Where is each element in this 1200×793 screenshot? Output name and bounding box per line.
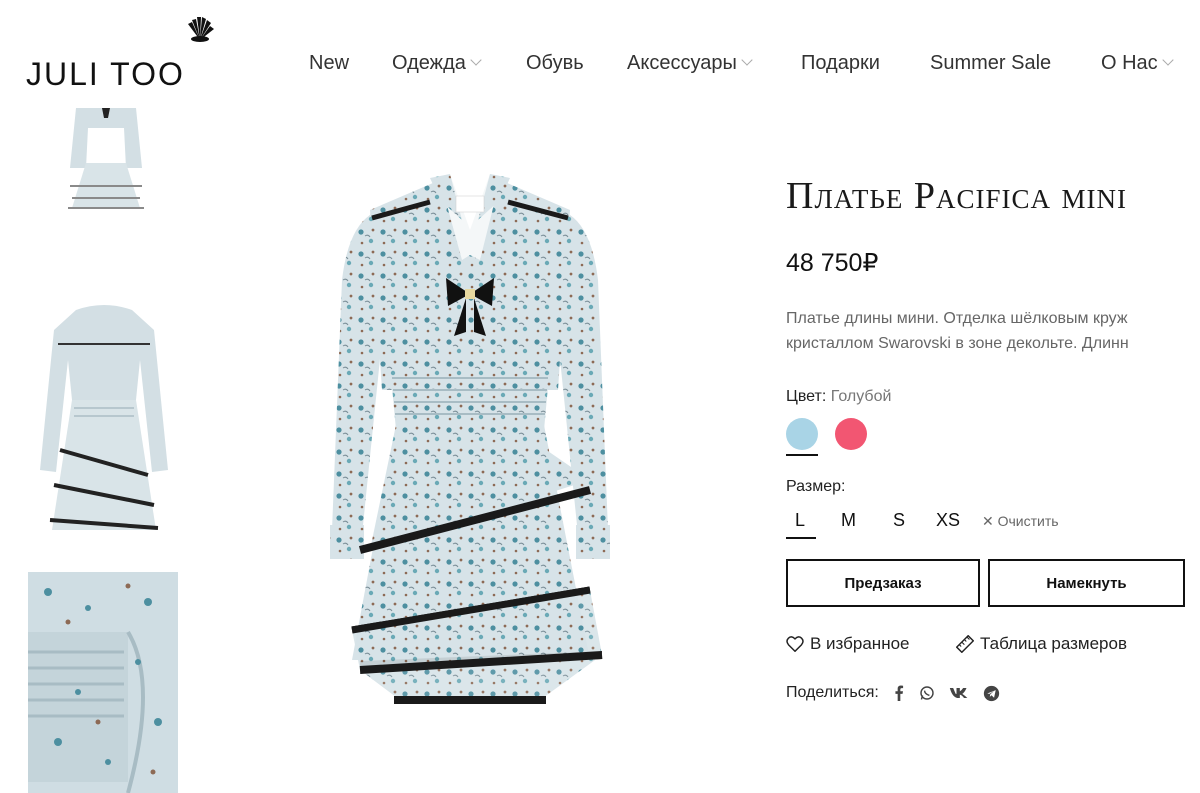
size-option-s[interactable]: S [893, 510, 905, 531]
clear-selection-button[interactable]: ✕ Очистить [982, 513, 1059, 530]
chevron-down-icon [1162, 54, 1174, 66]
nav-item-gifts[interactable]: Подарки [801, 52, 880, 75]
dress-image [330, 174, 610, 704]
facebook-icon[interactable] [893, 685, 905, 701]
size-label: Размер: [786, 478, 846, 495]
thumbnail-front-cropped[interactable] [56, 108, 156, 223]
selected-color-value: Голубой [830, 388, 892, 405]
hint-button[interactable]: Намекнуть [988, 559, 1185, 607]
size-option-m[interactable]: M [841, 510, 856, 531]
site-header: JULI TOO New Одежда Обувь Аксессуары Под… [0, 0, 1200, 108]
telegram-icon[interactable] [983, 685, 1000, 702]
chevron-down-icon [741, 54, 753, 66]
size-option-l[interactable]: L [795, 510, 805, 531]
nav-item-clothing[interactable]: Одежда [392, 52, 482, 75]
share-row: Поделиться: [786, 684, 1000, 702]
flower-logo-icon [188, 17, 214, 42]
main-product-image[interactable] [290, 160, 650, 720]
ruler-icon [956, 635, 974, 653]
product-price: 48 750₽ [786, 249, 879, 277]
nav-item-new[interactable]: New [309, 52, 349, 75]
color-label: Цвет: Голубой [786, 388, 892, 405]
dress-thumbnail-image [68, 108, 144, 209]
selected-color-indicator [786, 454, 818, 456]
description-line: кристаллом Swarovski в зоне декольте. Дл… [786, 335, 1129, 352]
fabric-detail-thumbnail-image [28, 572, 178, 793]
add-to-wishlist-link[interactable]: В избранное [786, 634, 910, 654]
product-title: Платье Pacifica mini [786, 175, 1128, 217]
thumbnail-back[interactable] [36, 300, 172, 540]
nav-item-summer-sale[interactable]: Summer Sale [930, 52, 1051, 75]
preorder-button[interactable]: Предзаказ [786, 559, 980, 607]
color-swatch-pink[interactable] [835, 418, 867, 450]
whatsapp-icon[interactable] [919, 685, 935, 701]
nav-item-accessories[interactable]: Аксессуары [627, 52, 753, 75]
selected-size-indicator [786, 537, 816, 539]
logo-text: JULI TOO [26, 56, 185, 92]
chevron-down-icon [470, 54, 482, 66]
brand-logo[interactable]: JULI TOO [26, 14, 216, 92]
heart-icon [786, 636, 804, 652]
share-label: Поделиться: [786, 684, 879, 701]
size-table-link[interactable]: Таблица размеров [956, 634, 1127, 654]
nav-item-shoes[interactable]: Обувь [526, 52, 584, 75]
product-description: Платье длины мини. Отделка шёлковым круж… [786, 306, 1200, 356]
size-option-xs[interactable]: XS [936, 510, 960, 531]
thumbnail-fabric-detail[interactable] [28, 572, 178, 793]
color-swatch-blue[interactable] [786, 418, 818, 450]
description-line: Платье длины мини. Отделка шёлковым круж [786, 310, 1128, 327]
close-icon: ✕ [982, 513, 994, 529]
vk-icon[interactable] [949, 686, 969, 700]
dress-back-thumbnail-image [40, 305, 168, 530]
nav-item-about[interactable]: О Нас [1101, 52, 1174, 75]
